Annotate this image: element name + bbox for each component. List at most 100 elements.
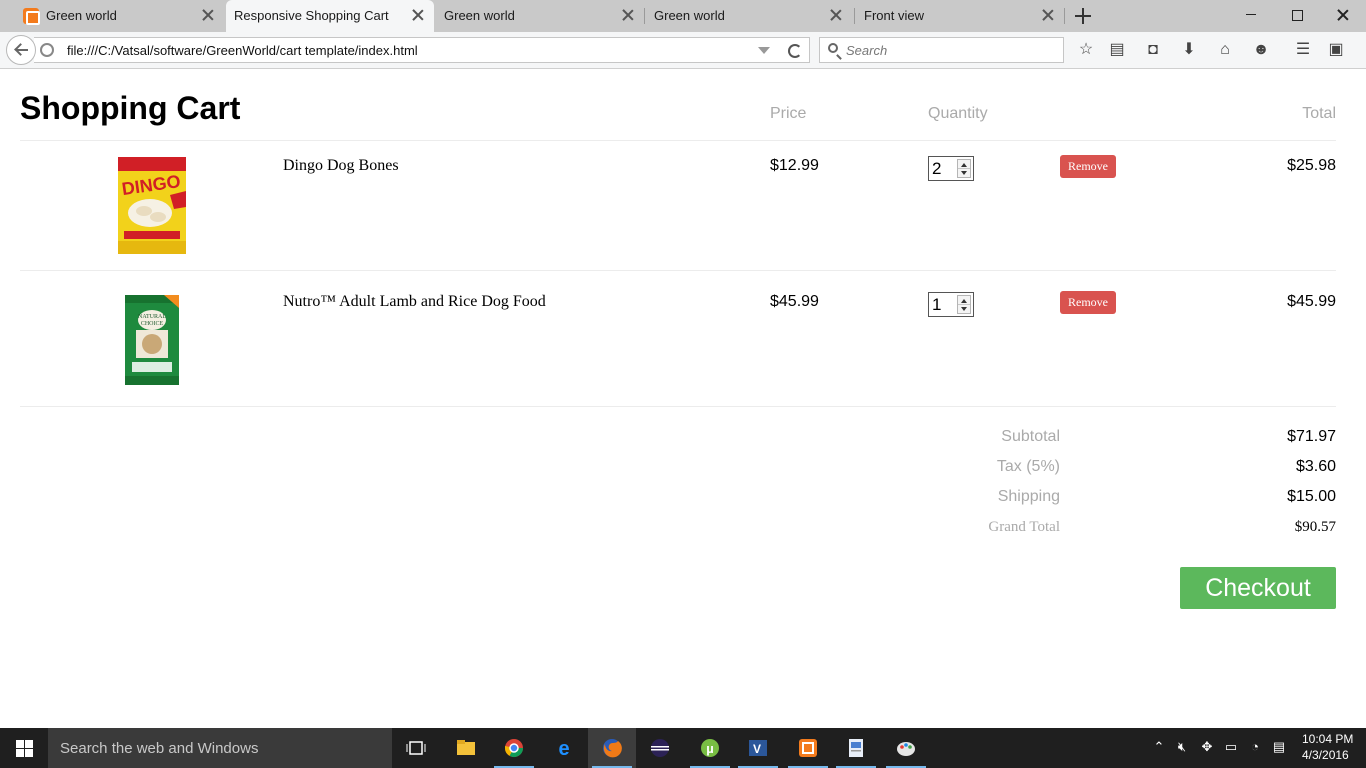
home-icon[interactable]: ⌂	[1215, 40, 1235, 60]
product-line-total: $45.99	[1287, 293, 1336, 310]
document-viewer-button[interactable]	[832, 728, 880, 768]
extension-icon[interactable]: ▣	[1326, 40, 1346, 60]
tab-title: Green world	[654, 8, 725, 23]
file-explorer-button[interactable]	[442, 728, 490, 768]
task-view-button[interactable]	[392, 728, 440, 768]
shipping-value: $15.00	[1287, 488, 1336, 505]
paint-button[interactable]	[882, 728, 930, 768]
xampp-button[interactable]	[784, 728, 832, 768]
clock-date[interactable]: 4/3/2016	[1302, 748, 1349, 762]
window-close-icon[interactable]	[1320, 0, 1366, 30]
quantity-value[interactable]: 2	[932, 159, 941, 179]
visual-studio-button[interactable]: V	[734, 728, 782, 768]
folder-icon	[457, 740, 475, 755]
tab-separator	[854, 8, 855, 24]
maximize-icon[interactable]	[1274, 0, 1320, 30]
close-tab-icon[interactable]	[829, 8, 843, 22]
start-button[interactable]	[0, 728, 48, 768]
task-view-icon	[406, 741, 426, 755]
divider	[20, 406, 1336, 407]
svg-text:V: V	[753, 742, 761, 756]
battery-icon[interactable]: ▭	[1224, 740, 1238, 754]
search-placeholder: Search	[846, 43, 888, 58]
close-tab-icon[interactable]	[201, 8, 215, 22]
menu-hamburger-icon[interactable]: ☰	[1293, 40, 1313, 60]
subtotal-value: $71.97	[1287, 428, 1336, 445]
back-button[interactable]	[6, 35, 36, 65]
download-icon[interactable]: ⬇	[1179, 40, 1199, 60]
visual-studio-icon: V	[749, 740, 767, 756]
taskbar-search-box[interactable]: Search the web and Windows	[48, 728, 392, 768]
url-text[interactable]: file:///C:/Vatsal/software/GreenWorld/ca…	[67, 43, 418, 58]
reading-list-icon[interactable]: ▤	[1107, 40, 1127, 60]
eclipse-button[interactable]	[636, 728, 684, 768]
utorrent-button[interactable]: µ	[686, 728, 734, 768]
svg-text:µ: µ	[706, 741, 714, 756]
tab-green-world-3[interactable]: Green world	[646, 0, 854, 32]
quantity-column-header: Quantity	[928, 105, 988, 122]
url-bar[interactable]: file:///C:/Vatsal/software/GreenWorld/ca…	[34, 37, 810, 63]
new-tab-plus-icon[interactable]	[1073, 6, 1093, 26]
taskbar-search-placeholder: Search the web and Windows	[60, 740, 259, 757]
checkout-button[interactable]: Checkout	[1180, 567, 1336, 609]
spinner-arrows-icon[interactable]	[957, 295, 971, 314]
pocket-icon[interactable]: ◘	[1143, 40, 1163, 60]
product-price: $12.99	[770, 157, 819, 174]
tab-title: Responsive Shopping Cart	[234, 8, 389, 23]
product-price: $45.99	[770, 293, 819, 310]
subtotal-label: Subtotal	[1001, 428, 1060, 445]
price-column-header: Price	[770, 105, 807, 122]
hello-chat-icon[interactable]: ☻	[1251, 40, 1271, 60]
utorrent-icon: µ	[701, 739, 719, 757]
remove-button[interactable]: Remove	[1060, 155, 1116, 178]
divider	[20, 140, 1336, 141]
close-tab-icon[interactable]	[411, 8, 425, 22]
tab-green-world-2[interactable]: Green world	[436, 0, 644, 32]
tab-title: Front view	[864, 8, 924, 23]
bookmark-star-icon[interactable]: ☆	[1076, 40, 1096, 60]
tab-front-view[interactable]: Front view	[856, 0, 1064, 32]
tab-green-world-1[interactable]: Green world	[0, 0, 226, 32]
paint-palette-icon	[897, 742, 915, 756]
navigation-toolbar: file:///C:/Vatsal/software/GreenWorld/ca…	[0, 32, 1366, 69]
site-identity-icon[interactable]	[40, 43, 54, 57]
windows-taskbar: Search the web and Windows e µ V ⌃ 🔇︎ ✥ …	[0, 728, 1366, 768]
product-title: Nutro™ Adult Lamb and Rice Dog Food	[283, 293, 546, 310]
tab-responsive-shopping-cart[interactable]: Responsive Shopping Cart	[226, 0, 434, 32]
chrome-button[interactable]	[490, 728, 538, 768]
url-dropdown-icon[interactable]	[758, 47, 770, 54]
firefox-button[interactable]	[588, 728, 636, 768]
tab-separator	[1064, 8, 1065, 24]
show-hidden-icons-chevron-icon[interactable]: ⌃	[1152, 740, 1166, 754]
windows-logo-pane	[25, 749, 33, 757]
shopping-cart-page: Shopping Cart Price Quantity Total DINGO…	[0, 70, 1366, 728]
edge-button[interactable]: e	[540, 728, 588, 768]
network-no-connection-icon[interactable]: ◔	[1248, 740, 1262, 754]
document-icon	[849, 739, 863, 757]
tax-value: $3.60	[1295, 458, 1336, 475]
nutro-dog-food-image: NATURAL CHOICE	[125, 295, 179, 385]
quantity-value[interactable]: 1	[932, 295, 941, 315]
quantity-stepper[interactable]: 2	[928, 156, 974, 181]
minimize-icon[interactable]	[1228, 0, 1274, 30]
tab-separator	[644, 8, 645, 24]
xampp-icon	[799, 739, 817, 757]
volume-muted-icon[interactable]: 🔇︎	[1175, 740, 1189, 754]
tax-label: Tax (5%)	[996, 458, 1060, 475]
reload-icon[interactable]	[786, 42, 802, 58]
close-tab-icon[interactable]	[621, 8, 635, 22]
action-center-icon[interactable]: ▤	[1272, 740, 1286, 754]
tab-strip: Green world Responsive Shopping Cart Gre…	[0, 0, 1366, 32]
quantity-stepper[interactable]: 1	[928, 292, 974, 317]
grand-total-value: $90.57	[1294, 519, 1336, 535]
remove-button[interactable]: Remove	[1060, 291, 1116, 314]
search-bar[interactable]: Search	[819, 37, 1064, 63]
close-tab-icon[interactable]	[1041, 8, 1055, 22]
search-icon	[828, 43, 838, 53]
clock-time[interactable]: 10:04 PM	[1302, 732, 1353, 746]
svg-text:NATURAL: NATURAL	[138, 314, 166, 320]
windows-logo-icon	[16, 740, 24, 748]
spinner-arrows-icon[interactable]	[957, 159, 971, 178]
dropbox-icon[interactable]: ✥	[1200, 740, 1214, 754]
edge-icon: e	[558, 738, 569, 758]
